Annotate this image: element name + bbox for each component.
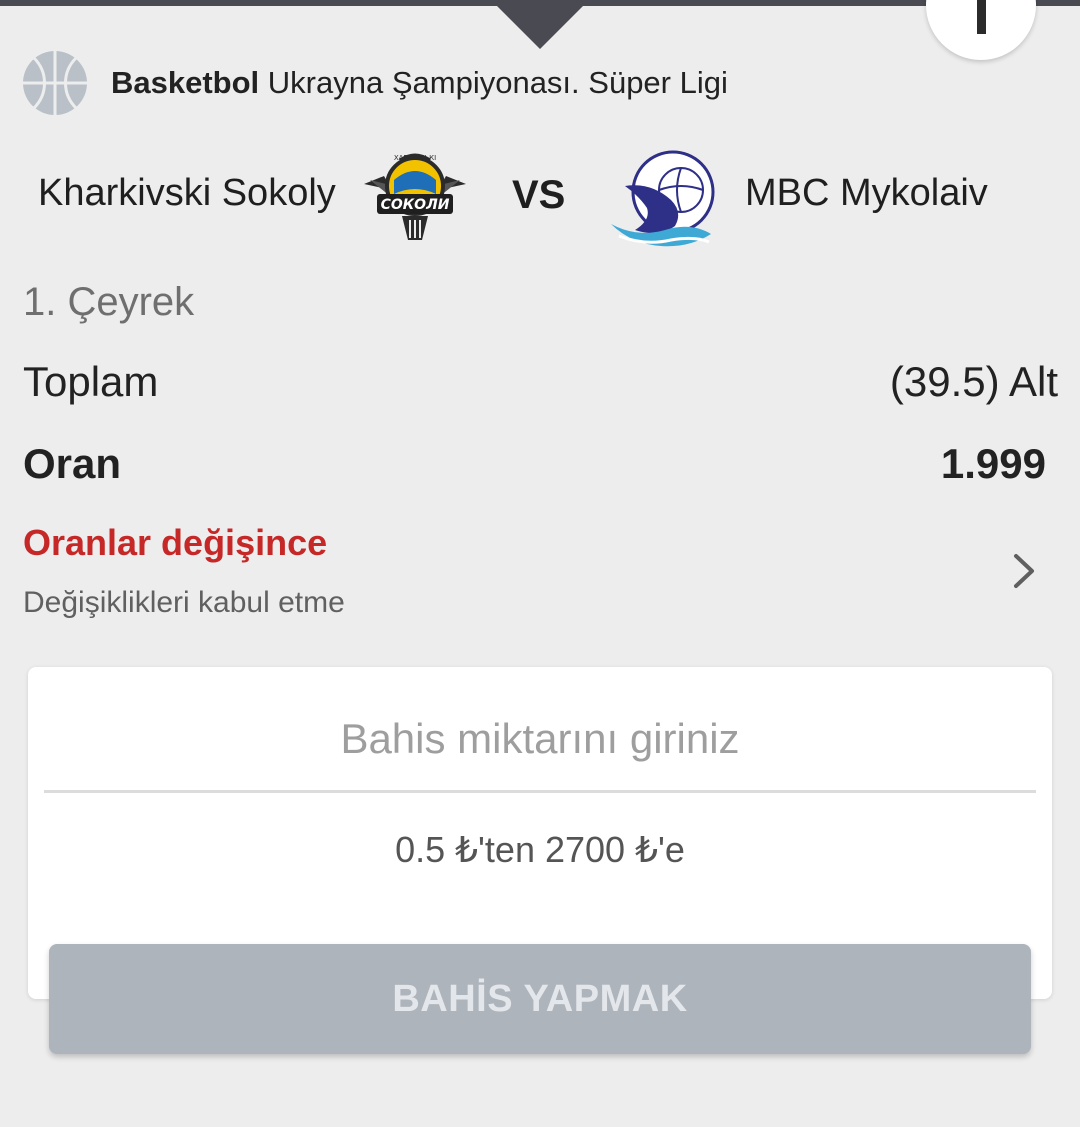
- stake-range-hint: 0.5 ₺'ten 2700 ₺'e: [395, 829, 685, 870]
- league-name: Ukrayna Şampiyonası. Süper Ligi: [267, 65, 728, 100]
- away-team-name: MBC Mykolaiv: [745, 172, 988, 214]
- versus-label: VS: [512, 173, 566, 217]
- market-row: Toplam (39.5) Alt: [23, 358, 1058, 406]
- odds-label: Oran: [23, 440, 122, 487]
- home-logo-caption: ХАРКІВСЬКІ: [394, 154, 436, 162]
- odds-change-setting[interactable]: Oranlar değişince Değişiklikleri kabul e…: [23, 522, 1058, 622]
- period-label: 1. Çeyrek: [23, 280, 195, 324]
- basketball-icon: [23, 51, 87, 115]
- chevron-right-icon: [1014, 554, 1034, 588]
- market-label: Toplam: [23, 358, 159, 405]
- home-logo-text: СОКОЛИ: [381, 197, 450, 213]
- odds-row: Oran 1.999: [23, 440, 1058, 488]
- odds-change-option: Değişiklikleri kabul etme: [23, 586, 345, 619]
- match-teams: Kharkivski Sokoly ХАРКІВСЬКІ СОКОЛИ VS M…: [0, 140, 1080, 255]
- odds-change-title: Oranlar değişince: [23, 522, 328, 563]
- badge-mark: [977, 0, 986, 34]
- place-bet-button[interactable]: BAHİS YAPMAK: [49, 944, 1031, 1054]
- league-title: Basketbol Ukrayna Şampiyonası. Süper Lig…: [111, 65, 728, 101]
- away-team-logo: [611, 150, 715, 247]
- sport-name: Basketbol: [111, 65, 260, 100]
- home-team-logo: ХАРКІВСЬКІ СОКОЛИ: [364, 153, 466, 240]
- odds-value: 1.999: [940, 440, 1046, 487]
- bet-count-badge[interactable]: [926, 0, 1036, 60]
- league-header: Basketbol Ukrayna Şampiyonası. Süper Lig…: [22, 50, 728, 116]
- stake-input[interactable]: [44, 687, 1036, 793]
- market-value: (39.5) Alt: [889, 358, 1058, 405]
- home-team-name: Kharkivski Sokoly: [38, 172, 336, 214]
- collapse-handle[interactable]: [496, 5, 584, 49]
